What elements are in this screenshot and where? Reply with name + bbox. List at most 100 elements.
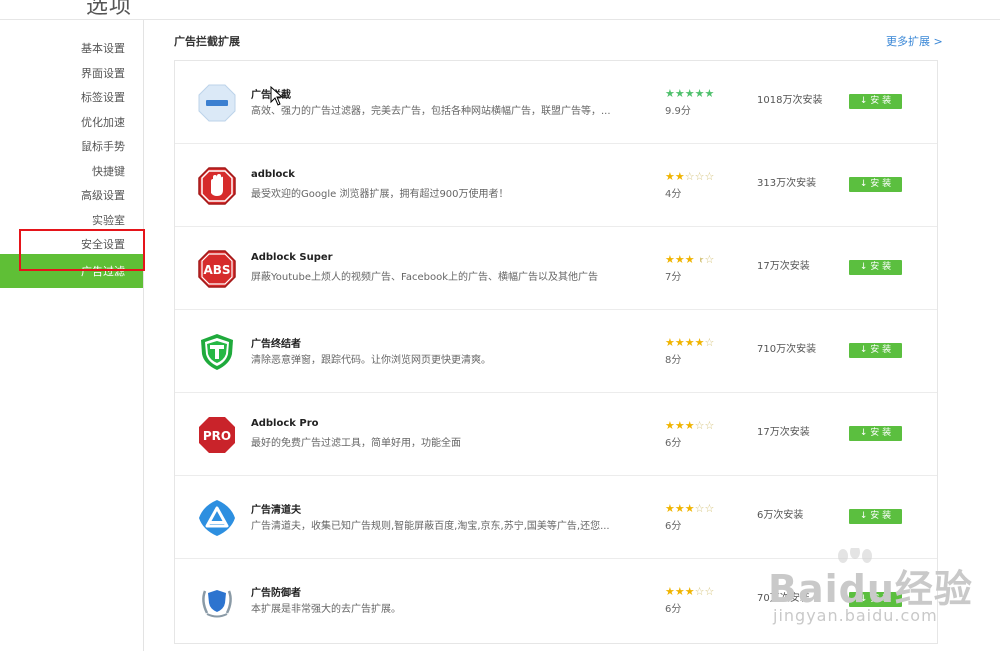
extension-name[interactable]: Adblock Super bbox=[251, 252, 333, 263]
rating-score: 9.9分 bbox=[665, 106, 691, 117]
extension-name[interactable]: 广告终结者 bbox=[251, 335, 301, 350]
rating-stars: ★★★☆☆ bbox=[665, 419, 714, 432]
extension-row: PRO Adblock Pro 最好的免费广告过滤工具，简单好用，功能全面 ★★… bbox=[175, 393, 937, 476]
sidebar-item-tabs[interactable]: 标签设置 bbox=[81, 89, 125, 105]
star-empty-icon: ☆ bbox=[704, 502, 715, 515]
star-empty-icon: ☆ bbox=[704, 585, 715, 598]
star-full-icon: ★ bbox=[684, 502, 695, 515]
extension-description: 广告清道夫，收集已知广告规则,智能屏蔽百度,淘宝,京东,苏宁,国美等广告,还您.… bbox=[251, 521, 610, 532]
install-button[interactable]: ↓ 安 装 bbox=[849, 260, 902, 275]
star-empty-icon: ☆ bbox=[694, 170, 705, 183]
annotation-highlight-box bbox=[19, 229, 145, 271]
rating-stars: ★★★☆☆ bbox=[665, 585, 714, 598]
section-title: 广告拦截扩展 bbox=[174, 35, 240, 48]
star-full-icon: ★ bbox=[684, 419, 695, 432]
page-title: 选项 bbox=[86, 0, 133, 19]
install-button-label: 安 装 bbox=[870, 428, 892, 438]
star-empty-icon: ☆ bbox=[704, 170, 715, 183]
extension-name[interactable]: 广告防御者 bbox=[251, 584, 301, 599]
watermark-text: Baidu经验 bbox=[768, 567, 973, 611]
extension-name[interactable]: adblock bbox=[251, 169, 295, 180]
rating-stars: ★★★☆☆ bbox=[665, 502, 714, 515]
rating-score: 4分 bbox=[665, 189, 682, 200]
svg-text:ABS: ABS bbox=[203, 263, 230, 277]
extension-description: 本扩展是非常强大的去广告扩展。 bbox=[251, 604, 401, 615]
star-empty-icon: ☆ bbox=[694, 585, 705, 598]
install-count: 313万次安装 bbox=[757, 178, 817, 189]
header-divider bbox=[0, 19, 1000, 20]
star-full-icon: ★ bbox=[665, 336, 675, 349]
install-count: 1018万次安装 bbox=[757, 95, 823, 106]
extension-description: 清除恶意弹窗，跟踪代码。让你浏览网页更快更清爽。 bbox=[251, 355, 491, 366]
mouse-cursor-icon bbox=[270, 86, 284, 106]
rating-stars: ★★★★☆ bbox=[665, 253, 714, 266]
star-full-icon: ★ bbox=[674, 170, 685, 183]
extension-row: ABS Adblock Super 屏蔽Youtube上烦人的视频广告、Face… bbox=[175, 227, 937, 310]
install-count: 17万次安装 bbox=[757, 261, 810, 272]
install-button-label: 安 装 bbox=[870, 345, 892, 355]
star-full-icon: ★ bbox=[704, 87, 715, 100]
sidebar-item-basic[interactable]: 基本设置 bbox=[81, 40, 125, 56]
ad-block-minus-icon bbox=[198, 84, 236, 122]
star-full-icon: ★ bbox=[665, 253, 675, 266]
sidebar-item-optimize[interactable]: 优化加速 bbox=[81, 114, 125, 130]
star-full-icon: ★ bbox=[674, 502, 685, 515]
install-button[interactable]: ↓ 安 装 bbox=[849, 177, 902, 192]
extension-name[interactable]: 广告清道夫 bbox=[251, 501, 301, 516]
rating-score: 6分 bbox=[665, 521, 682, 532]
install-button-label: 安 装 bbox=[870, 96, 892, 106]
extension-row: 广告终结者 清除恶意弹窗，跟踪代码。让你浏览网页更快更清爽。 ★★★★☆ 8分 … bbox=[175, 310, 937, 393]
triangle-cleaner-icon bbox=[199, 500, 235, 536]
star-empty-icon: ☆ bbox=[684, 170, 695, 183]
star-full-icon: ★ bbox=[684, 585, 695, 598]
sidebar: 基本设置 界面设置 标签设置 优化加速 鼠标手势 快捷键 高级设置 实验室 安全… bbox=[0, 20, 144, 651]
star-full-icon: ★ bbox=[665, 585, 675, 598]
svg-text:PRO: PRO bbox=[203, 429, 231, 443]
star-full-icon: ★ bbox=[684, 87, 695, 100]
extension-description: 屏蔽Youtube上烦人的视频广告、Facebook上的广告、横幅广告以及其他广… bbox=[251, 272, 598, 283]
star-full-icon: ★ bbox=[665, 170, 675, 183]
star-full-icon: ★ bbox=[674, 585, 685, 598]
star-full-icon: ★ bbox=[665, 502, 675, 515]
star-half-icon: ★ bbox=[694, 253, 705, 266]
install-button-label: 安 装 bbox=[870, 262, 892, 272]
install-button[interactable]: ↓ 安 装 bbox=[849, 509, 902, 524]
extension-description: 高效、强力的广告过滤器，完美去广告，包括各种网站横幅广告，联盟广告等，... bbox=[251, 106, 611, 117]
rating-score: 6分 bbox=[665, 604, 682, 615]
rating-stars: ★★★★☆ bbox=[665, 336, 714, 349]
star-empty-icon: ☆ bbox=[694, 502, 705, 515]
laurel-shield-icon bbox=[202, 590, 232, 618]
rating-score: 6分 bbox=[665, 438, 682, 449]
sidebar-item-shortcuts[interactable]: 快捷键 bbox=[92, 163, 125, 179]
star-full-icon: ★ bbox=[674, 87, 685, 100]
sidebar-item-interface[interactable]: 界面设置 bbox=[81, 65, 125, 81]
more-extensions-link[interactable]: 更多扩展 > bbox=[886, 33, 943, 49]
extension-description: 最受欢迎的Google 浏览器扩展，拥有超过900万使用者！ bbox=[251, 189, 509, 200]
rating-score: 7分 bbox=[665, 272, 682, 283]
install-button[interactable]: ↓ 安 装 bbox=[849, 94, 902, 109]
star-full-icon: ★ bbox=[694, 336, 705, 349]
star-full-icon: ★ bbox=[674, 253, 685, 266]
extension-description: 最好的免费广告过滤工具，简单好用，功能全面 bbox=[251, 438, 461, 449]
install-count: 710万次安装 bbox=[757, 344, 817, 355]
watermark-url: jingyan.baidu.com bbox=[773, 606, 938, 625]
install-count: 6万次安装 bbox=[757, 510, 804, 521]
star-empty-icon: ☆ bbox=[704, 419, 715, 432]
install-button-label: 安 装 bbox=[870, 179, 892, 189]
extension-name[interactable]: Adblock Pro bbox=[251, 418, 319, 429]
sidebar-item-advanced[interactable]: 高级设置 bbox=[81, 187, 125, 203]
rating-stars: ★★★★★ bbox=[665, 87, 714, 100]
rating-stars: ★★☆☆☆ bbox=[665, 170, 714, 183]
stop-hand-icon bbox=[198, 167, 236, 205]
install-button[interactable]: ↓ 安 装 bbox=[849, 343, 902, 358]
install-button-label: 安 装 bbox=[870, 511, 892, 521]
star-full-icon: ★ bbox=[674, 419, 685, 432]
install-button[interactable]: ↓ 安 装 bbox=[849, 426, 902, 441]
sidebar-item-mouse-gestures[interactable]: 鼠标手势 bbox=[81, 138, 125, 154]
extension-row: 广告拦截 高效、强力的广告过滤器，完美去广告，包括各种网站横幅广告，联盟广告等，… bbox=[175, 61, 937, 144]
star-full-icon: ★ bbox=[684, 253, 695, 266]
star-full-icon: ★ bbox=[694, 87, 705, 100]
star-full-icon: ★ bbox=[674, 336, 685, 349]
rating-score: 8分 bbox=[665, 355, 682, 366]
sidebar-item-lab[interactable]: 实验室 bbox=[92, 212, 125, 228]
